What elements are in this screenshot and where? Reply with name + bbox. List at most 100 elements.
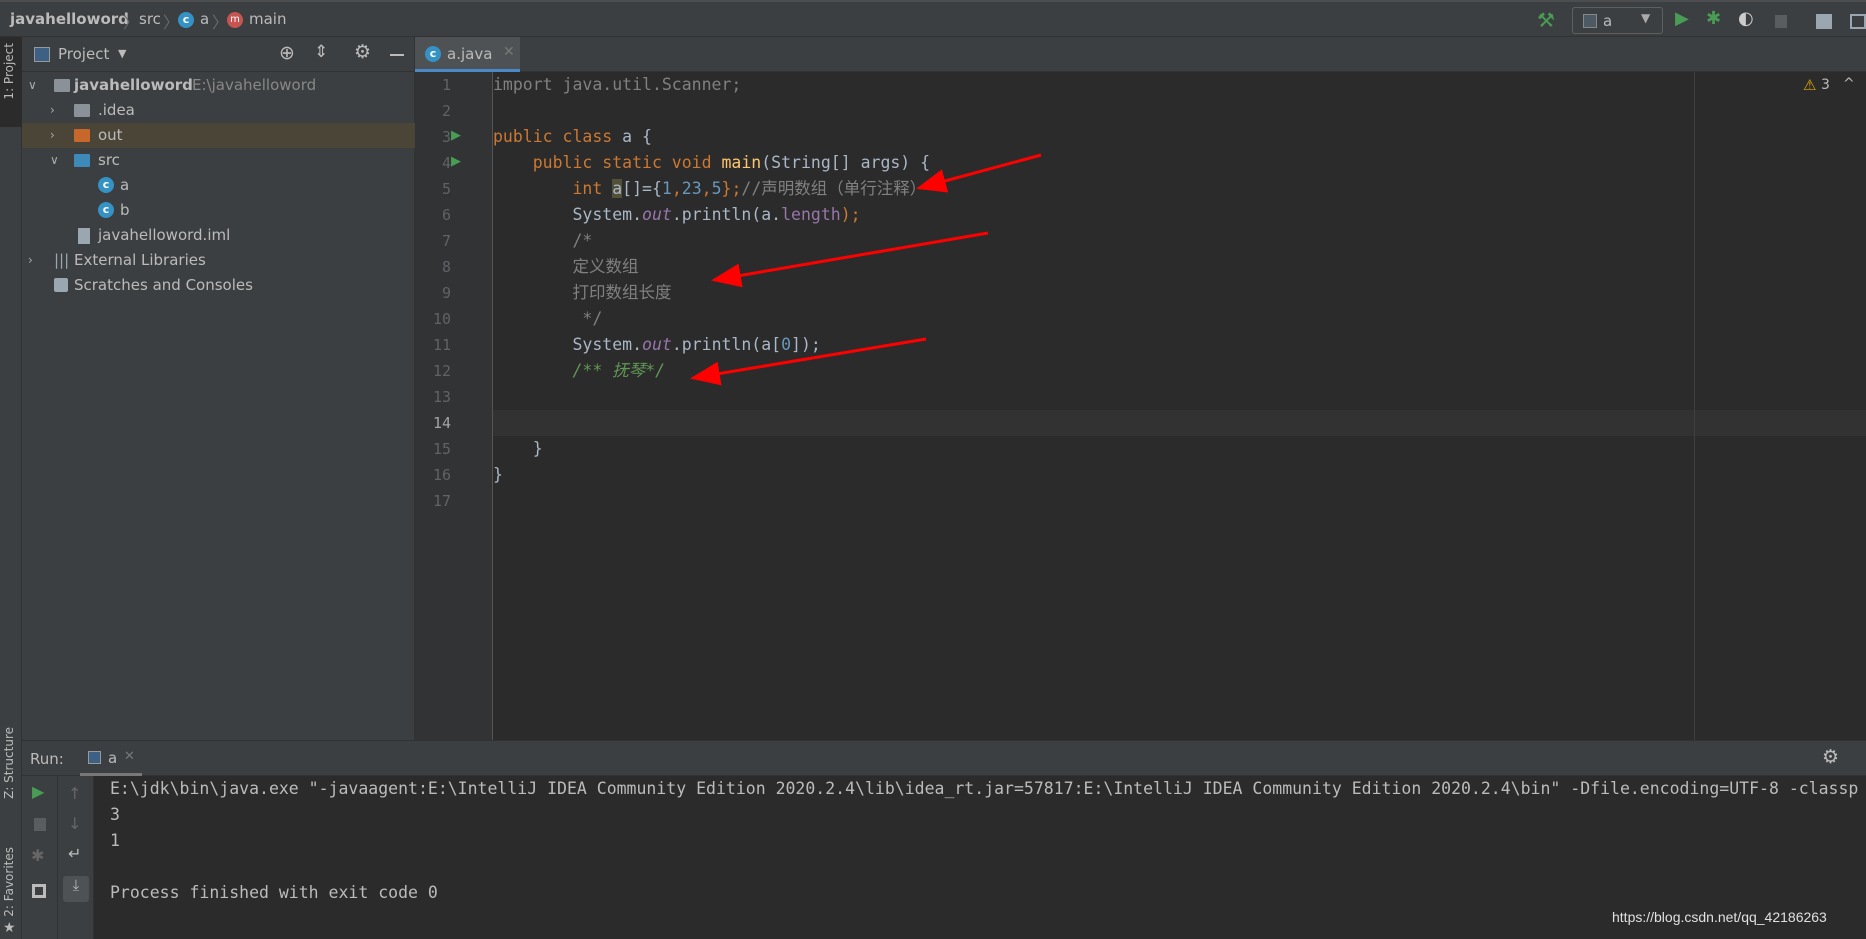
line-number: 14 (432, 414, 451, 432)
locate-crosshair-icon[interactable]: ⊕ (279, 42, 295, 64)
gear-icon[interactable]: ⚙ (354, 41, 371, 63)
token: 5 (711, 179, 722, 198)
token: out (642, 205, 672, 224)
navigation-bar: javahelloword 〉 src 〉 c a 〉 m main ⚒ a ▼… (0, 0, 1866, 37)
close-icon[interactable]: ✕ (124, 749, 135, 764)
layout-icon[interactable] (32, 884, 46, 898)
gear-icon[interactable]: ⚙ (1822, 746, 1839, 768)
run-gutter-icon[interactable]: ▶ (451, 154, 461, 169)
line-number: 10 (432, 310, 451, 328)
class-icon: c (98, 202, 114, 218)
library-icon: ||| (54, 251, 70, 269)
console-line: 3 (110, 805, 120, 824)
code-line-6: System.out.println(a.length); (493, 202, 860, 228)
stop-icon[interactable] (1775, 15, 1787, 28)
tree-item-iml[interactable]: javahelloword.iml (22, 223, 415, 248)
tree-item-label: javahelloword (74, 76, 193, 94)
console-line: 1 (110, 831, 120, 850)
line-number: 12 (432, 362, 451, 380)
close-icon[interactable]: ✕ (503, 44, 515, 60)
iml-file-icon (78, 228, 90, 244)
run-window-icon[interactable] (1850, 14, 1866, 29)
arrow-down-icon[interactable]: ↓ (68, 814, 81, 833)
token: []={ (622, 179, 662, 198)
token: .println(a. (671, 205, 782, 224)
debug-bug-icon[interactable]: ✱ (1706, 8, 1721, 29)
run-tab-a[interactable]: a ✕ (80, 741, 142, 776)
soft-wrap-icon[interactable]: ↵ (68, 844, 81, 863)
breadcrumb-method[interactable]: main (249, 10, 286, 28)
coverage-icon[interactable]: ◐ (1738, 8, 1754, 29)
scratches-icon (54, 278, 68, 292)
chevron-right-icon[interactable]: › (50, 98, 55, 123)
warning-icon[interactable]: ⚠ (1803, 76, 1816, 94)
code-line-16: } (493, 465, 503, 484)
line-number: 16 (432, 466, 451, 484)
line-number: 8 (441, 258, 451, 276)
project-structure-icon[interactable] (1816, 14, 1832, 29)
stop-icon[interactable] (34, 818, 46, 831)
project-tool-tab[interactable]: 1: Project (0, 37, 22, 127)
token: }; (721, 179, 742, 198)
arrow-up-icon[interactable]: ↑ (68, 784, 81, 803)
run-config-select[interactable]: a ▼ (1572, 7, 1663, 34)
breadcrumb-class[interactable]: a (200, 10, 209, 28)
chevron-down-icon[interactable]: ▼ (118, 47, 126, 60)
class-icon: c (178, 12, 194, 28)
tab-a-java[interactable]: c a.java ✕ (415, 37, 520, 72)
tree-item-out[interactable]: › out (22, 123, 415, 148)
chevron-down-icon[interactable]: ∨ (28, 73, 37, 98)
chevron-down-icon[interactable]: ∨ (50, 148, 59, 173)
run-icon[interactable]: ▶ (1675, 8, 1689, 29)
code-line-3: public class a { (493, 124, 652, 150)
project-view-select[interactable]: Project (58, 45, 109, 63)
favorites-tool-tab[interactable]: 2: Favorites (2, 847, 16, 917)
class-icon: c (425, 46, 441, 62)
tree-item-project-root[interactable]: ∨ javahelloword E:\javahelloword (22, 73, 415, 98)
token: a { (622, 127, 652, 146)
tree-item-label: b (120, 201, 130, 219)
tree-item-label: a (120, 176, 130, 194)
chevron-right-icon[interactable]: › (28, 248, 33, 273)
tree-item-class-b[interactable]: c b (22, 198, 415, 223)
tree-item-external-libraries[interactable]: › ||| External Libraries (22, 248, 415, 273)
minimize-icon[interactable] (390, 54, 404, 56)
tree-item-src[interactable]: ∨ src (22, 148, 415, 173)
star-icon: ★ (3, 920, 16, 936)
tree-item-class-a[interactable]: c a (22, 173, 415, 198)
debug-disabled-icon[interactable]: ✱ (31, 846, 44, 865)
rerun-icon[interactable]: ▶ (32, 782, 44, 801)
line-number: 1 (441, 76, 451, 94)
line-number: 3 (441, 128, 451, 146)
config-icon (1583, 14, 1597, 28)
class-icon: c (98, 177, 114, 193)
project-panel: Project ▼ ⊕ ⇕ ⚙ ∨ javahelloword E:\javah… (22, 37, 415, 740)
structure-tool-tab[interactable]: Z: Structure (2, 727, 16, 799)
tab-label: a.java (447, 45, 493, 63)
scroll-to-end-icon[interactable]: ⤓ (63, 876, 89, 902)
build-hammer-icon[interactable]: ⚒ (1537, 8, 1555, 32)
token: System. (493, 205, 643, 224)
line-number: 2 (441, 102, 451, 120)
token: , (701, 179, 712, 198)
code-line-7: /* (493, 231, 593, 250)
breadcrumb-project[interactable]: javahelloword (10, 10, 129, 28)
code-editor[interactable]: ⚠ 3 ^ import java.util.Scanner; public c… (493, 72, 1866, 740)
tree-item-scratches[interactable]: Scratches and Consoles (22, 273, 415, 298)
token: out (642, 335, 672, 354)
run-gutter-icon[interactable]: ▶ (451, 128, 461, 143)
editor-tab-bar: c a.java ✕ (415, 37, 1866, 72)
line-number: 6 (441, 206, 451, 224)
console-output[interactable]: E:\jdk\bin\java.exe "-javaagent:E:\Intel… (94, 776, 1866, 939)
chevron-up-icon[interactable]: ^ (1843, 76, 1855, 92)
line-number: 15 (432, 440, 451, 458)
token: (String[] args) { (761, 153, 931, 172)
breadcrumb-src[interactable]: src (139, 10, 161, 28)
token: System. (493, 335, 643, 354)
collapse-all-icon[interactable]: ⇕ (314, 42, 328, 62)
line-number: 5 (441, 180, 451, 198)
breadcrumb-separator: 〉 (212, 13, 229, 32)
tree-item-idea[interactable]: › .idea (22, 98, 415, 123)
chevron-right-icon[interactable]: › (50, 123, 55, 148)
warning-count[interactable]: 3 (1821, 77, 1830, 93)
